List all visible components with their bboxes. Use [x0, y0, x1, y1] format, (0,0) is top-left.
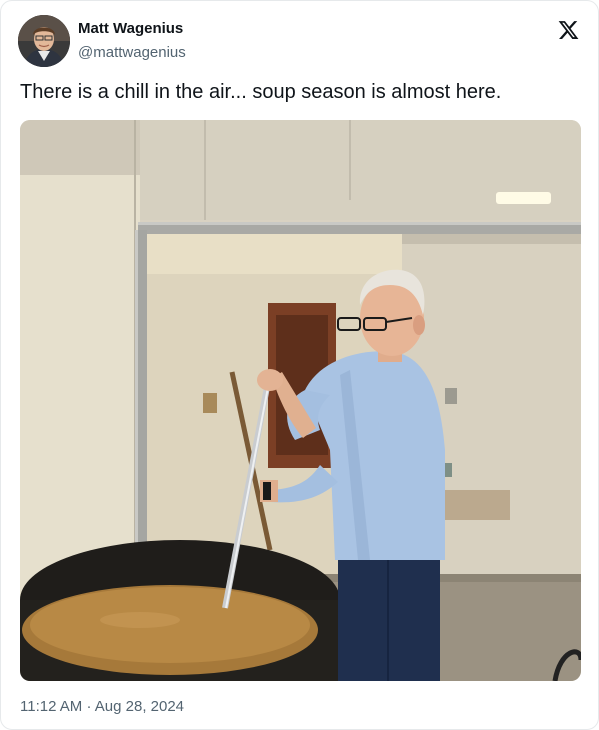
avatar[interactable] [18, 15, 70, 67]
tweet-date: Aug 28, 2024 [94, 698, 185, 715]
x-logo-icon[interactable] [557, 19, 580, 41]
author-handle[interactable]: @mattwagenius [78, 44, 186, 61]
photo-man-stirring-soup-pot-icon [20, 120, 581, 681]
tweet-timestamp[interactable]: 11:12 AM · Aug 28, 2024 [20, 698, 184, 715]
timestamp-separator: · [86, 698, 92, 715]
author-name[interactable]: Matt Wagenius [78, 20, 183, 37]
tweet-photo[interactable] [20, 120, 581, 681]
profile-photo-icon [18, 15, 70, 67]
tweet-text: There is a chill in the air... soup seas… [20, 81, 502, 103]
tweet-time: 11:12 AM [20, 698, 83, 715]
tweet-card: Matt Wagenius @mattwagenius There is a c… [0, 0, 599, 730]
